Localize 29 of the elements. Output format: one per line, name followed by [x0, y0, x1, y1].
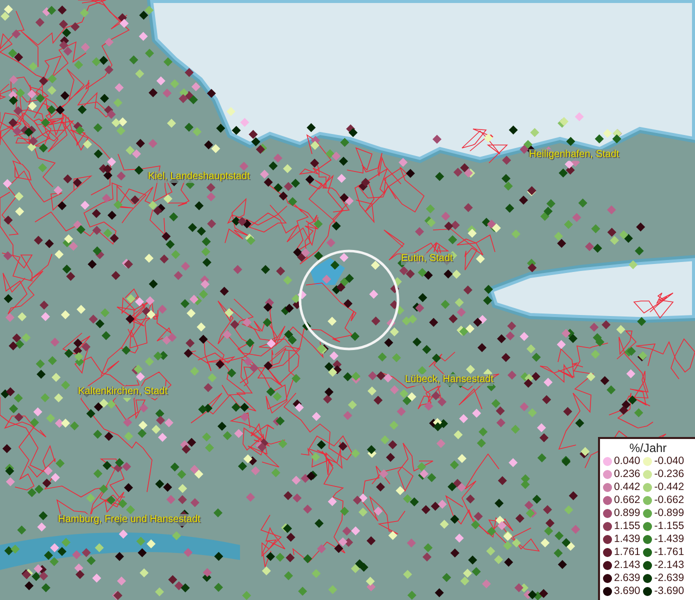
legend-label: 0.236: [614, 468, 640, 481]
legend-label: 0.899: [614, 507, 640, 520]
legend-label: 1.761: [614, 546, 640, 559]
legend-label: 2.143: [614, 559, 640, 572]
legend-label: -0.236: [654, 468, 684, 481]
legend-label: 0.662: [614, 494, 640, 507]
legend-title: %/Jahr: [628, 441, 668, 455]
legend-label: 1.155: [614, 520, 640, 533]
legend-label: -1.761: [654, 546, 684, 559]
legend-label: 2.639: [614, 572, 640, 585]
legend-label: 3.690: [614, 585, 640, 598]
legend-label: 1.439: [614, 533, 640, 546]
legend-label: -0.442: [654, 481, 684, 494]
place-label: Hamburg, Freie und Hansestadt: [58, 514, 200, 526]
legend-label: -0.040: [654, 455, 684, 468]
legend-label: -0.662: [654, 494, 684, 507]
place-label: Heiligenhafen, Stadt: [529, 149, 620, 161]
place-label: Eutin, Stadt: [401, 253, 453, 265]
place-label: Kaltenkirchen, Stadt: [78, 386, 168, 398]
place-label: Kiel, Landeshauptstadt: [148, 171, 250, 183]
legend-label: -1.439: [654, 533, 684, 546]
place-label: Lübeck, Hansestadt: [405, 374, 494, 386]
legend-label: 0.040: [614, 455, 640, 468]
legend-label: -2.639: [654, 572, 684, 585]
legend-label: -0.899: [654, 507, 684, 520]
legend-label: -1.155: [654, 520, 684, 533]
legend-label: 0.442: [614, 481, 640, 494]
legend-label: -3.690: [654, 585, 684, 598]
legend-label: -2.143: [654, 559, 684, 572]
